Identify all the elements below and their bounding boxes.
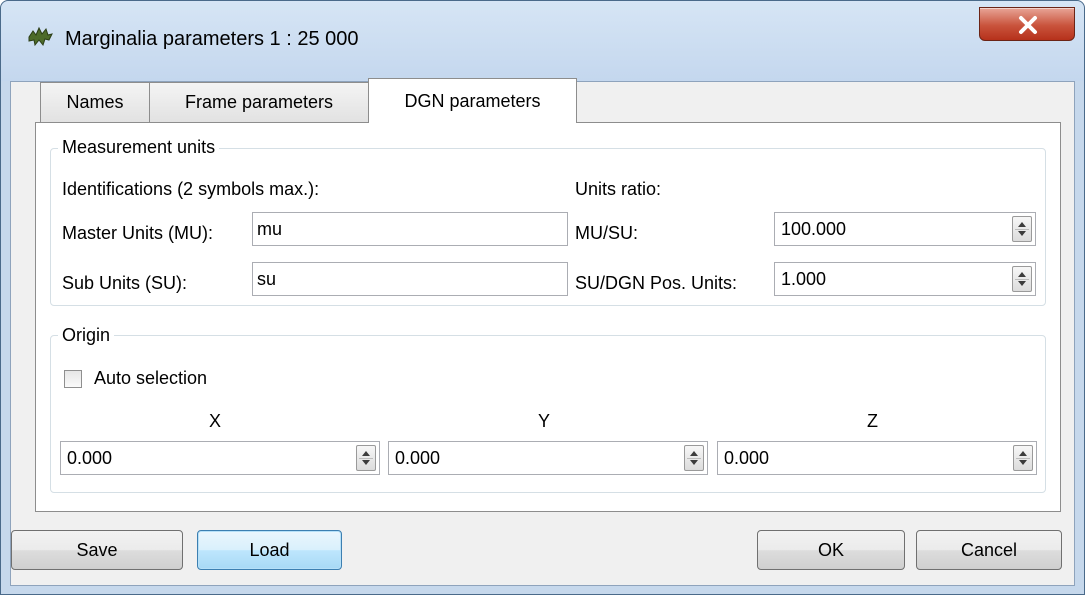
- units-ratio-label: Units ratio:: [575, 179, 662, 199]
- tab-names-label: Names: [66, 92, 124, 112]
- sub-units-label: Sub Units (SU):: [62, 273, 188, 293]
- origin-z-spinbox[interactable]: 0.000: [717, 441, 1037, 475]
- close-icon: [1019, 16, 1037, 34]
- save-button[interactable]: Save: [11, 530, 183, 570]
- dialog-client-area: Names Frame parameters DGN parameters Me…: [10, 78, 1075, 586]
- spin-down-icon[interactable]: [1019, 460, 1027, 465]
- spin-down-icon[interactable]: [690, 460, 698, 465]
- cancel-button[interactable]: Cancel: [916, 530, 1062, 570]
- measurement-units-title: Measurement units: [58, 137, 220, 158]
- tab-frame-parameters-label: Frame parameters: [184, 92, 334, 112]
- dialog-window: Marginalia parameters 1 : 25 000 Names F…: [0, 0, 1085, 595]
- tab-names[interactable]: Names: [40, 82, 150, 122]
- app-icon: [28, 26, 53, 47]
- origin-z-spin-arrows[interactable]: [1013, 445, 1033, 471]
- origin-z-value: 0.000: [724, 448, 770, 468]
- identifications-label: Identifications (2 symbols max.):: [62, 179, 320, 199]
- su-dgn-spinbox[interactable]: 1.000: [774, 262, 1036, 296]
- master-units-label: Master Units (MU):: [62, 223, 214, 243]
- window-title: Marginalia parameters 1 : 25 000: [65, 28, 359, 50]
- auto-selection-label[interactable]: Auto selection: [94, 368, 207, 389]
- mu-su-label: MU/SU:: [575, 223, 638, 243]
- save-button-label: Save: [76, 539, 118, 560]
- origin-y-spin-arrows[interactable]: [684, 445, 704, 471]
- spin-down-icon[interactable]: [1018, 281, 1026, 286]
- origin-x-label: X: [209, 411, 222, 431]
- spin-up-icon[interactable]: [1019, 451, 1027, 456]
- origin-y-label: Y: [538, 411, 551, 431]
- origin-x-spin-arrows[interactable]: [356, 445, 376, 471]
- auto-selection-checkbox[interactable]: [64, 370, 82, 388]
- mu-su-value: 100.000: [781, 219, 847, 239]
- spin-up-icon[interactable]: [362, 451, 370, 456]
- origin-y-spinbox[interactable]: 0.000: [388, 441, 708, 475]
- sub-units-input[interactable]: su: [252, 262, 568, 296]
- mu-su-spinbox[interactable]: 100.000: [774, 212, 1036, 246]
- mu-su-spin-arrows[interactable]: [1012, 216, 1032, 242]
- origin-x-spinbox[interactable]: 0.000: [60, 441, 380, 475]
- cancel-button-label: Cancel: [960, 539, 1018, 560]
- origin-y-value: 0.000: [395, 448, 441, 468]
- ok-button-label: OK: [817, 539, 844, 560]
- ok-button[interactable]: OK: [757, 530, 905, 570]
- su-dgn-spin-arrows[interactable]: [1012, 266, 1032, 292]
- load-button-label: Load: [249, 539, 290, 560]
- su-dgn-label: SU/DGN Pos. Units:: [575, 273, 738, 293]
- tab-dgn-parameters-label: DGN parameters: [404, 90, 541, 111]
- spin-down-icon[interactable]: [1018, 231, 1026, 236]
- spin-up-icon[interactable]: [1018, 222, 1026, 227]
- close-button[interactable]: [979, 7, 1075, 41]
- title-bar[interactable]: Marginalia parameters 1 : 25 000: [1, 1, 1084, 81]
- origin-title: Origin: [58, 325, 115, 346]
- tab-frame-parameters[interactable]: Frame parameters: [149, 82, 369, 122]
- spin-down-icon[interactable]: [362, 460, 370, 465]
- tab-dgn-parameters[interactable]: DGN parameters: [368, 78, 577, 123]
- origin-x-value: 0.000: [67, 448, 113, 468]
- origin-z-label: Z: [867, 411, 878, 431]
- spin-up-icon[interactable]: [1018, 272, 1026, 277]
- tab-pane-dgn-parameters: Measurement units Identifications (2 sym…: [35, 122, 1061, 512]
- master-units-input[interactable]: mu: [252, 212, 568, 246]
- spin-up-icon[interactable]: [690, 451, 698, 456]
- su-dgn-value: 1.000: [781, 269, 827, 289]
- load-button[interactable]: Load: [197, 530, 342, 570]
